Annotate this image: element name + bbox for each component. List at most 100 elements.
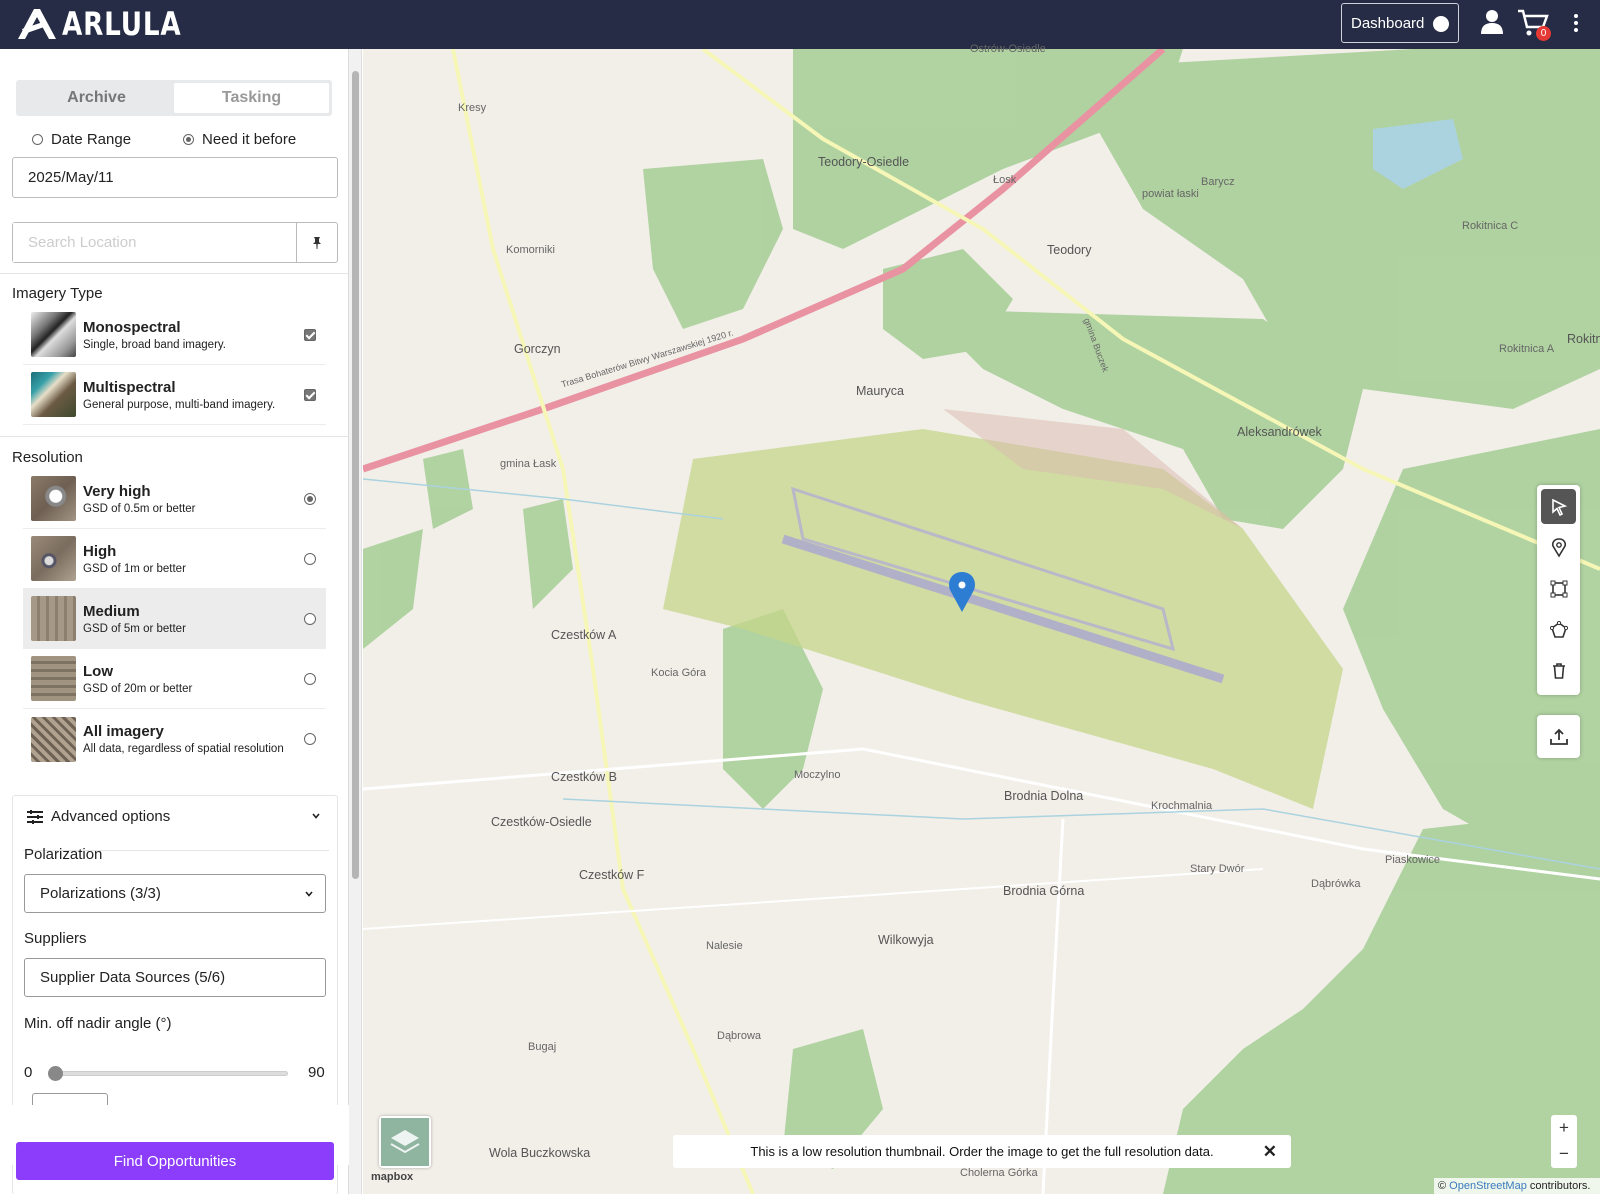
openstreetmap-link[interactable]: OpenStreetMap xyxy=(1449,1180,1527,1192)
all-imagery-thumbnail xyxy=(31,716,76,762)
notice-text: This is a low resolution thumbnail. Orde… xyxy=(750,1144,1214,1159)
map-label: Piaskowice xyxy=(1385,854,1441,866)
map-label: Nalesie xyxy=(706,940,743,952)
mode-tabs: Archive Tasking xyxy=(16,80,332,116)
export-button[interactable] xyxy=(1537,715,1580,758)
low-radio[interactable] xyxy=(304,672,316,685)
mapbox-logo-text: mapbox xyxy=(371,1171,414,1183)
very-high-thumbnail xyxy=(31,476,76,521)
pin-location-button[interactable] xyxy=(296,223,337,262)
cursor-icon xyxy=(1551,498,1567,516)
high-radio[interactable] xyxy=(304,552,316,565)
map-label: Rokitnic xyxy=(1567,332,1600,346)
rectangle-tool[interactable] xyxy=(1541,571,1576,606)
select-tool[interactable] xyxy=(1541,489,1576,524)
suppliers-select[interactable]: Supplier Data Sources (5/6) xyxy=(24,958,326,997)
nadir-angle-label: Min. off nadir angle (°) xyxy=(24,1015,172,1032)
search-location-input[interactable] xyxy=(13,223,296,262)
map-label: Stary Dwór xyxy=(1190,863,1245,875)
map-label: powiat łaski xyxy=(1142,188,1199,200)
map-label: Brodnia Górna xyxy=(1003,884,1085,898)
advanced-options-toggle[interactable]: Advanced options xyxy=(27,808,170,825)
map-label: Krochmalnia xyxy=(1151,800,1213,812)
map-label: Gorczyn xyxy=(514,342,561,356)
very-high-radio[interactable] xyxy=(304,492,316,505)
option-subtitle: All data, regardless of spatial resoluti… xyxy=(83,743,284,755)
need-before-label: Need it before xyxy=(202,131,297,148)
map-label: Czestków B xyxy=(551,770,617,784)
map-attribution: © OpenStreetMap contributors. xyxy=(1434,1178,1600,1194)
resolution-option-all-imagery[interactable]: All imagery All data, regardless of spat… xyxy=(23,709,326,769)
map-label: Łosk xyxy=(993,174,1017,186)
point-tool[interactable] xyxy=(1541,530,1576,565)
resolution-option-low[interactable]: Low GSD of 20m or better xyxy=(23,649,326,709)
search-sidebar: Archive Tasking Date Range Need it befor… xyxy=(0,49,349,1194)
tab-tasking[interactable]: Tasking xyxy=(174,83,329,113)
polarization-select[interactable]: Polarizations (3/3) xyxy=(24,874,326,913)
map-label: Teodory-Osiedle xyxy=(818,155,910,169)
cart-count-badge: 0 xyxy=(1536,26,1551,41)
trash-icon xyxy=(1552,662,1565,679)
top-bar: ARLULA Dashboard 0 xyxy=(0,0,1600,49)
map-style-switcher[interactable] xyxy=(379,1116,431,1168)
mapbox-logo[interactable]: mapbox xyxy=(371,1171,413,1183)
location-search xyxy=(12,222,338,263)
multispectral-thumbnail xyxy=(31,372,76,417)
find-opportunities-button[interactable]: Find Opportunities xyxy=(16,1142,334,1180)
date-field[interactable]: 2025/May/11 xyxy=(12,157,338,198)
need-before-option[interactable]: Need it before xyxy=(183,131,296,148)
scrollbar-thumb[interactable] xyxy=(352,71,359,879)
map-canvas[interactable] xyxy=(363,49,1600,1194)
map-label: Czestków A xyxy=(551,628,617,642)
option-subtitle: GSD of 20m or better xyxy=(83,682,193,695)
map-label: Teodory xyxy=(1047,243,1092,257)
draw-toolbar xyxy=(1537,485,1580,695)
medium-radio[interactable] xyxy=(304,612,316,625)
map-label: Barycz xyxy=(1201,176,1235,188)
polygon-tool[interactable] xyxy=(1541,612,1576,647)
resolution-option-medium[interactable]: Medium GSD of 5m or better xyxy=(23,589,326,649)
map-label: Czestków-Osiedle xyxy=(491,815,592,829)
delete-tool[interactable] xyxy=(1541,653,1576,688)
tab-archive[interactable]: Archive xyxy=(19,83,174,113)
option-subtitle: Single, broad band imagery. xyxy=(83,338,226,351)
imagery-option-multispectral[interactable]: Multispectral General purpose, multi-ban… xyxy=(23,365,326,425)
map-label: Aleksandrówek xyxy=(1237,425,1322,439)
option-title: Medium xyxy=(83,602,140,620)
map-label: Dąbrowa xyxy=(717,1030,762,1042)
location-pin-icon xyxy=(1551,537,1566,558)
pushpin-icon xyxy=(313,236,321,249)
resolution-option-high[interactable]: High GSD of 1m or better xyxy=(23,529,326,589)
dashboard-button[interactable]: Dashboard xyxy=(1341,3,1459,43)
slider-handle[interactable] xyxy=(48,1066,63,1081)
map-label: Moczylno xyxy=(794,769,841,781)
zoom-in-button[interactable]: + xyxy=(1551,1115,1577,1141)
map-label: Mauryca xyxy=(856,384,904,398)
user-icon[interactable] xyxy=(1479,9,1505,35)
zoom-out-button[interactable]: − xyxy=(1551,1141,1577,1167)
date-range-radio[interactable] xyxy=(32,134,43,145)
attribution-prefix: © xyxy=(1438,1180,1447,1192)
map-label: Wilkowyja xyxy=(878,933,934,947)
resolution-option-very-high[interactable]: Very high GSD of 0.5m or better xyxy=(23,469,326,529)
sidebar-scrollbar[interactable] xyxy=(349,49,362,1194)
map-background xyxy=(363,49,1600,1194)
map-label: Czestków F xyxy=(579,868,645,882)
logo-text: ARLULA xyxy=(62,5,182,43)
app-logo[interactable]: ARLULA xyxy=(16,5,208,43)
all-imagery-radio[interactable] xyxy=(304,733,316,745)
map-label: Bugaj xyxy=(528,1041,557,1053)
option-subtitle: GSD of 1m or better xyxy=(83,562,186,575)
more-menu-icon[interactable] xyxy=(1573,14,1579,32)
imagery-option-monospectral[interactable]: Monospectral Single, broad band imagery. xyxy=(23,305,326,365)
map-label: Kocia Góra xyxy=(651,667,707,679)
close-icon[interactable]: ✕ xyxy=(1263,1142,1277,1162)
map-label: Brodnia Dolna xyxy=(1004,789,1084,803)
slider-track[interactable] xyxy=(50,1071,288,1076)
chevron-down-icon[interactable] xyxy=(312,812,320,820)
monospectral-checkbox[interactable] xyxy=(304,328,316,341)
date-range-option[interactable]: Date Range xyxy=(32,131,131,148)
multispectral-checkbox[interactable] xyxy=(304,388,316,401)
need-before-radio[interactable] xyxy=(183,134,194,145)
dashboard-globe-icon xyxy=(1433,16,1449,32)
